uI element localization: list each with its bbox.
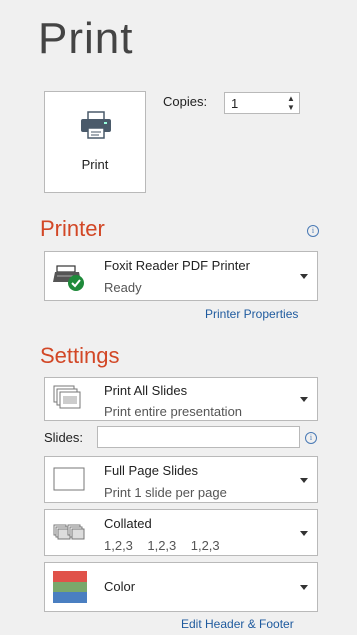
collated-icon <box>53 524 85 547</box>
chevron-down-icon <box>300 397 308 402</box>
printer-icon <box>79 110 113 140</box>
collation-sub: 1,2,3 1,2,3 1,2,3 <box>104 538 220 553</box>
slide-range-dropdown[interactable]: Print All Slides Print entire presentati… <box>44 377 318 421</box>
print-button-label: Print <box>81 157 109 172</box>
chevron-down-icon <box>300 531 308 536</box>
page-title: Print <box>38 14 134 63</box>
copies-decrement-button[interactable]: ▼ <box>286 103 296 112</box>
slides-stack-icon <box>53 385 83 418</box>
printer-ready-icon <box>53 262 87 297</box>
copies-stepper[interactable]: 1 ▲ ▼ <box>224 92 300 114</box>
print-button[interactable]: Print <box>44 91 146 193</box>
edit-header-footer-link[interactable]: Edit Header & Footer <box>181 617 294 631</box>
slides-input[interactable] <box>97 426 300 448</box>
collation-dropdown[interactable]: Collated 1,2,3 1,2,3 1,2,3 <box>44 509 318 556</box>
printer-dropdown[interactable]: Foxit Reader PDF Printer Ready <box>44 251 318 301</box>
printer-status: Ready <box>104 280 142 295</box>
printer-name: Foxit Reader PDF Printer <box>104 258 250 273</box>
layout-sub: Print 1 slide per page <box>104 485 227 500</box>
info-icon[interactable]: i <box>307 225 319 237</box>
copies-label: Copies: <box>163 94 208 109</box>
info-icon[interactable]: i <box>305 432 317 444</box>
collation-main: Collated <box>104 516 152 531</box>
copies-increment-button[interactable]: ▲ <box>286 94 296 103</box>
color-swatch-icon <box>53 571 87 608</box>
copies-value: 1 <box>231 96 239 111</box>
chevron-down-icon <box>300 274 308 279</box>
printer-properties-link[interactable]: Printer Properties <box>205 307 298 321</box>
slide-range-sub: Print entire presentation <box>104 404 243 419</box>
chevron-down-icon <box>300 478 308 483</box>
slide-range-main: Print All Slides <box>104 383 188 398</box>
color-dropdown[interactable]: Color <box>44 562 318 612</box>
color-main: Color <box>104 579 136 594</box>
full-page-slide-icon <box>53 467 85 496</box>
chevron-down-icon <box>300 585 308 590</box>
layout-dropdown[interactable]: Full Page Slides Print 1 slide per page <box>44 456 318 503</box>
layout-main: Full Page Slides <box>104 463 198 478</box>
printer-section-title: Printer <box>40 216 105 241</box>
slides-label: Slides: <box>44 430 84 445</box>
settings-section-title: Settings <box>40 343 120 368</box>
